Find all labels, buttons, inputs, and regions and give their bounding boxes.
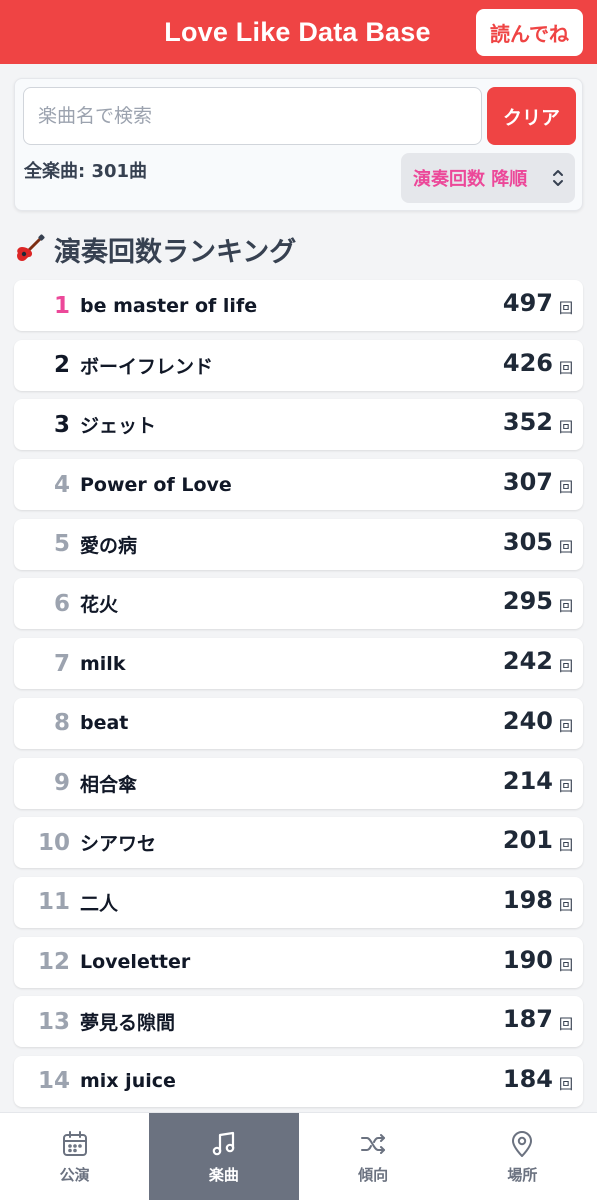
song-title: ボーイフレンド [80, 355, 214, 378]
song-title: シアワセ [80, 833, 157, 856]
rank-number: 2 [53, 352, 70, 379]
song-title: 二人 [80, 892, 119, 915]
ranking-row[interactable]: 5 愛の病 305 回 [14, 518, 583, 570]
nav-tab-label: 楽曲 [208, 1165, 239, 1184]
count-unit: 回 [559, 1017, 573, 1034]
rank-number: 14 [37, 1068, 70, 1095]
play-count: 187 [502, 1005, 553, 1034]
play-count: 214 [502, 766, 553, 795]
play-count: 426 [502, 348, 553, 377]
song-title: Loveletter [80, 951, 191, 974]
nav-tab-label: 公演 [59, 1165, 90, 1184]
play-count: 242 [502, 647, 553, 676]
search-input[interactable] [23, 87, 482, 145]
rank-number: 12 [37, 949, 70, 976]
chevron-up-down-icon [553, 170, 563, 186]
ranking-row[interactable]: 4 Power of Love 307 回 [14, 459, 583, 511]
rank-number: 7 [53, 650, 70, 677]
ranking-row[interactable]: 11 二人 198 回 [14, 876, 583, 928]
song-title: mix juice [80, 1070, 176, 1093]
search-panel: クリア 全楽曲: 301曲 演奏回数 降順 [14, 78, 583, 211]
play-count: 201 [502, 826, 553, 855]
song-title: 愛の病 [80, 534, 138, 557]
ranking-row[interactable]: 6 花火 295 回 [14, 578, 583, 630]
count-unit: 回 [559, 778, 573, 795]
count-unit: 回 [559, 957, 573, 974]
ranking-row[interactable]: 14 mix juice 184 回 [14, 1055, 583, 1107]
count-unit: 回 [559, 301, 573, 317]
rank-number: 6 [53, 590, 70, 617]
app-title: Love Like Data Base [164, 16, 431, 47]
play-count: 184 [502, 1064, 553, 1093]
count-unit: 回 [559, 718, 573, 735]
count-unit: 回 [559, 659, 573, 676]
song-title: 花火 [80, 594, 119, 617]
nav-tab-label: 傾向 [358, 1165, 389, 1184]
rank-number: 11 [37, 889, 70, 916]
shuffle-icon [359, 1130, 387, 1164]
ranking-row[interactable]: 8 beat 240 回 [14, 697, 583, 749]
nav-tab-label: 場所 [507, 1165, 538, 1184]
nav-tab[interactable]: 場所 [448, 1113, 597, 1200]
calendar-icon [61, 1130, 89, 1164]
guitar-icon [17, 234, 45, 261]
rank-number: 3 [53, 411, 70, 438]
total-song-count: 全楽曲: 301曲 [24, 161, 148, 182]
play-count: 295 [502, 587, 553, 616]
song-title: be master of life [80, 294, 258, 317]
count-unit: 回 [559, 420, 573, 437]
nav-tab[interactable]: 傾向 [299, 1113, 448, 1200]
rank-number: 5 [53, 531, 70, 558]
play-count: 307 [502, 468, 553, 497]
nav-tab[interactable]: 楽曲 [149, 1113, 299, 1200]
ranking-row[interactable]: 7 milk 242 回 [14, 638, 583, 690]
count-unit: 回 [559, 480, 573, 497]
count-unit: 回 [559, 838, 573, 855]
nav-tab[interactable]: 公演 [0, 1113, 149, 1200]
ranking-title: 演奏回数ランキング [54, 236, 297, 268]
ranking-row[interactable]: 1 be master of life 497 回 [14, 280, 583, 331]
rank-number: 4 [53, 471, 70, 498]
count-unit: 回 [559, 897, 573, 914]
sort-select-value: 演奏回数 降順 [413, 169, 528, 190]
rank-number: 8 [53, 710, 70, 737]
song-title: 夢見る隙間 [80, 1012, 176, 1035]
rank-number: 13 [37, 1008, 70, 1035]
song-title: 相合傘 [80, 773, 138, 796]
count-unit: 回 [559, 599, 573, 616]
play-count: 497 [502, 289, 553, 317]
ranking-row[interactable]: 9 相合傘 214 回 [14, 757, 583, 809]
count-unit: 回 [559, 360, 573, 377]
clear-button[interactable]: クリア [487, 87, 576, 145]
readme-button[interactable]: 読んでね [476, 9, 583, 56]
rank-number: 9 [53, 770, 70, 796]
music-note-icon [210, 1130, 238, 1164]
ranking-row[interactable]: 2 ボーイフレンド 426 回 [14, 339, 583, 391]
rank-number: 1 [53, 292, 70, 319]
ranking-list: 1 be master of life 497 回 2 ボーイフレンド 426 回 3 ジェット 3… [14, 280, 583, 1116]
ranking-row[interactable]: 12 Loveletter 190 回 [14, 936, 583, 988]
app-header: Love Like Data Base 読んでね [0, 0, 597, 64]
ranking-row[interactable]: 13 夢見る隙間 187 回 [14, 996, 583, 1048]
play-count: 198 [502, 885, 553, 914]
song-title: ジェット [80, 415, 157, 438]
ranking-row[interactable]: 3 ジェット 352 回 [14, 399, 583, 451]
bottom-nav: 公演 楽曲 傾向 場所 [0, 1112, 597, 1200]
sort-select[interactable]: 演奏回数 降順 [401, 153, 575, 203]
song-title: Power of Love [80, 473, 232, 496]
play-count: 352 [502, 408, 553, 437]
ranking-heading: 演奏回数ランキング [14, 229, 296, 269]
song-title: beat [80, 712, 129, 735]
ranking-row[interactable]: 10 シアワセ 201 回 [14, 817, 583, 869]
rank-number: 10 [37, 829, 70, 856]
map-pin-icon [508, 1130, 536, 1164]
song-title: milk [80, 652, 126, 675]
play-count: 305 [502, 527, 553, 556]
play-count: 190 [502, 945, 553, 974]
count-unit: 回 [559, 539, 573, 556]
count-unit: 回 [559, 1076, 573, 1093]
play-count: 240 [502, 706, 553, 735]
